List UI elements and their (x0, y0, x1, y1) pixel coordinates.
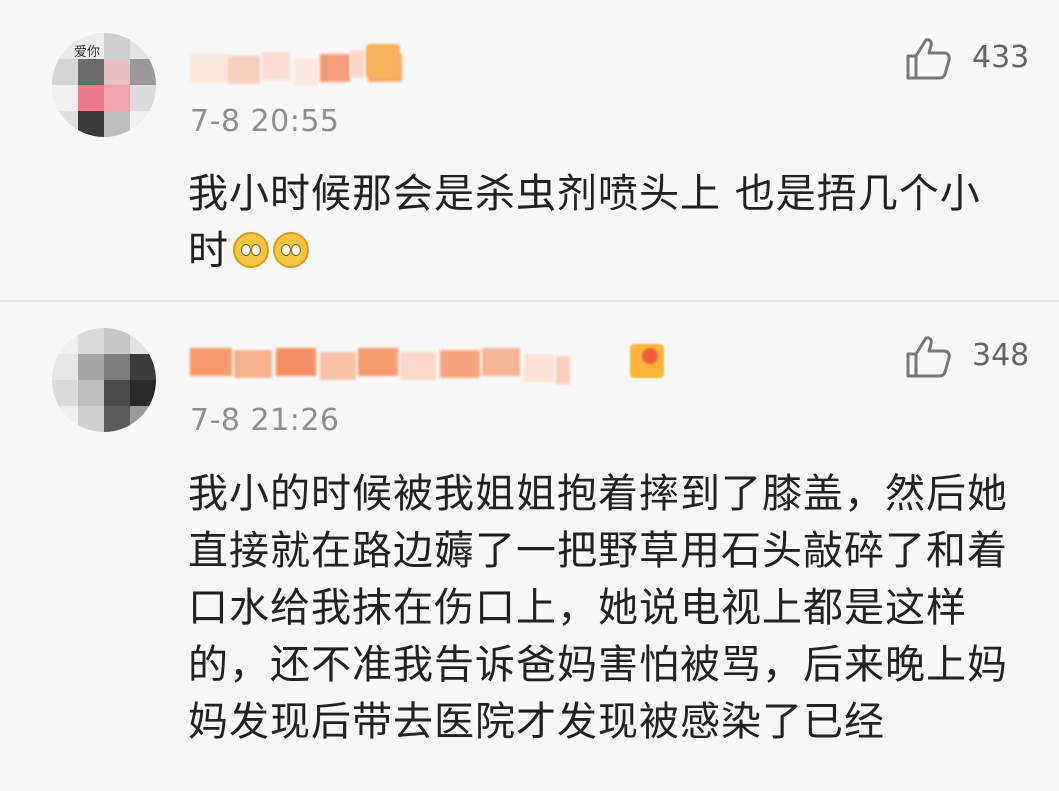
comment-time: 7-8 20:55 (190, 104, 340, 139)
like-count: 433 (972, 40, 1030, 75)
comment-text: 我小时候那会是杀虫剂喷头上 也是捂几个小 时 (188, 166, 1028, 280)
comment-time: 7-8 21:26 (190, 403, 340, 438)
avatar-text: 爱你 (74, 45, 101, 60)
comment-line: 的，还不准我告诉爸妈害怕被骂，后来晚上妈 (188, 642, 1008, 688)
comment-line: 妈发现后带去医院才发现被感染了已经 (188, 699, 885, 745)
like-button[interactable]: 433 (904, 36, 1059, 86)
comment-1: 爱你 7-8 20:55 433 我小时候那会是杀虫剂喷头上 也是捂几个小 时 (0, 0, 1059, 300)
smile-emoji-icon (273, 232, 309, 268)
comment-line: 我小时候那会是杀虫剂喷头上 也是捂几个小 (188, 171, 981, 217)
comment-line: 直接就在路边薅了一把野草用石头敲碎了和着 (188, 528, 1008, 574)
comment-line: 时 (188, 228, 229, 274)
comment-line: 我小的时候被我姐姐抱着摔到了膝盖，然后她 (188, 471, 1008, 517)
like-count: 348 (972, 338, 1030, 373)
comment-line-with-emoji: 时 (188, 223, 1028, 280)
comment-text: 我小的时候被我姐姐抱着摔到了膝盖，然后她 直接就在路边薅了一把野草用石头敲碎了和… (188, 466, 1038, 751)
badge-dot (642, 348, 658, 364)
avatar[interactable]: 爱你 (52, 33, 156, 137)
comment-line: 口水给我抹在伤口上，她说电视上都是这样 (188, 585, 967, 631)
username-redacted[interactable] (190, 348, 670, 384)
smile-emoji-icon (233, 232, 269, 268)
like-button[interactable]: 348 (904, 334, 1059, 384)
avatar[interactable] (52, 328, 156, 432)
member-badge-icon (366, 44, 400, 78)
comment-2: 7-8 21:26 348 我小的时候被我姐姐抱着摔到了膝盖，然后她 直接就在路… (0, 302, 1059, 791)
thumbs-up-icon (906, 336, 951, 378)
thumbs-up-icon (906, 38, 951, 80)
